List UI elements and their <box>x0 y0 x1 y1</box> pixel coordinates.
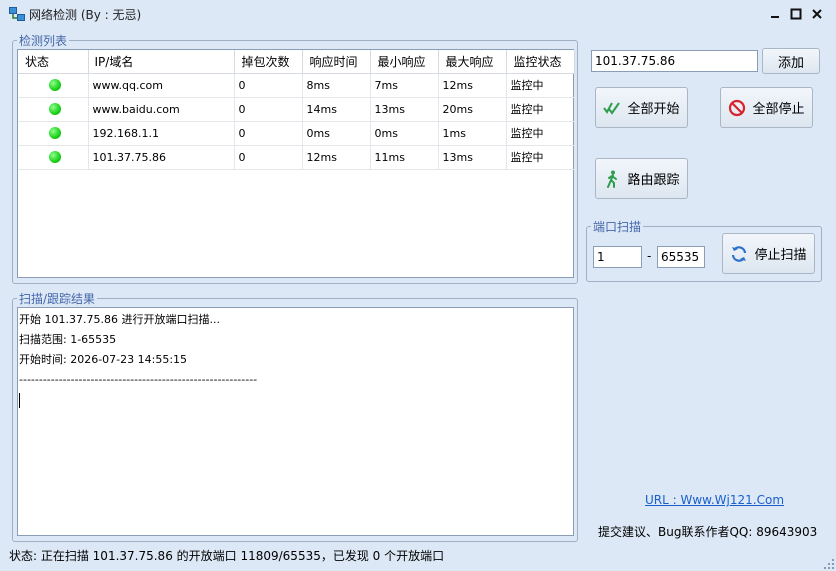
status-cell <box>18 145 89 170</box>
no-entry-icon <box>729 99 746 116</box>
lost-cell: 0 <box>234 145 303 170</box>
monitor-state-cell: 监控中 <box>506 145 575 170</box>
host-cell: www.baidu.com <box>88 97 235 122</box>
title-bar: 网络检测 (By : 无忌) <box>0 0 836 28</box>
result-line: 扫描范围: 1-65535 <box>19 333 117 346</box>
max-response-cell: 13ms <box>438 145 507 170</box>
status-ok-icon <box>48 151 61 163</box>
table-header-row: 状态 IP/域名 掉包次数 响应时间 最小响应 最大响应 监控状态 <box>18 50 575 74</box>
response-cell: 8ms <box>302 73 371 98</box>
max-response-cell: 12ms <box>438 73 507 98</box>
port-to-input[interactable] <box>657 246 705 268</box>
status-cell <box>18 73 89 98</box>
status-cell <box>18 121 89 146</box>
table-row[interactable]: 192.168.1.1 0 0ms 0ms 1ms 监控中 <box>18 121 575 146</box>
route-trace-label: 路由跟踪 <box>627 173 680 188</box>
host-cell: 101.37.75.86 <box>88 145 235 170</box>
column-header[interactable]: 最小响应 <box>370 50 439 74</box>
stop-all-label: 全部停止 <box>752 102 805 117</box>
walking-person-icon <box>607 170 618 188</box>
stop-scan-button[interactable]: 停止扫描 <box>722 233 815 274</box>
max-response-cell: 1ms <box>438 121 507 146</box>
network-app-icon <box>9 7 25 21</box>
monitor-state-cell: 监控中 <box>506 73 575 98</box>
status-ok-icon <box>48 127 61 139</box>
close-icon <box>812 9 822 19</box>
column-header[interactable]: 状态 <box>18 50 89 74</box>
resize-grip-icon[interactable] <box>824 559 834 569</box>
monitor-state-cell: 监控中 <box>506 97 575 122</box>
contact-info: 提交建议、Bug联系作者QQ: 89643903 <box>598 525 818 539</box>
lost-cell: 0 <box>234 97 303 122</box>
status-bar: 状态: 正在扫描 101.37.75.86 的开放端口 11809/65535，… <box>0 545 836 571</box>
host-input[interactable] <box>591 50 758 72</box>
table-row[interactable]: www.baidu.com 0 14ms 13ms 20ms 监控中 <box>18 97 575 122</box>
route-trace-button[interactable]: 路由跟踪 <box>595 158 688 199</box>
min-response-cell: 11ms <box>370 145 439 170</box>
column-header[interactable]: 响应时间 <box>302 50 371 74</box>
min-response-cell: 13ms <box>370 97 439 122</box>
host-cell: 192.168.1.1 <box>88 121 235 146</box>
lost-cell: 0 <box>234 73 303 98</box>
scan-result-legend: 扫描/跟踪结果 <box>19 292 96 306</box>
start-all-button[interactable]: 全部开始 <box>595 87 688 128</box>
close-button[interactable] <box>806 4 828 24</box>
column-header[interactable]: 最大响应 <box>438 50 507 74</box>
result-line: 开始 101.37.75.86 进行开放端口扫描... <box>19 313 220 326</box>
port-scan-legend: 端口扫描 <box>593 220 642 234</box>
min-response-cell: 7ms <box>370 73 439 98</box>
max-response-cell: 20ms <box>438 97 507 122</box>
min-response-cell: 0ms <box>370 121 439 146</box>
column-header[interactable]: IP/域名 <box>88 50 235 74</box>
text-caret <box>19 393 20 408</box>
status-text: 状态: 正在扫描 101.37.75.86 的开放端口 11809/65535，… <box>9 549 445 563</box>
status-ok-icon <box>48 79 61 91</box>
port-range-dash: - <box>647 249 652 263</box>
table-row[interactable]: www.qq.com 0 8ms 7ms 12ms 监控中 <box>18 73 575 98</box>
status-ok-icon <box>48 103 61 115</box>
lost-cell: 0 <box>234 121 303 146</box>
monitor-state-cell: 监控中 <box>506 121 575 146</box>
table-row[interactable]: 101.37.75.86 0 12ms 11ms 13ms 监控中 <box>18 145 575 170</box>
minimize-icon <box>771 16 779 18</box>
website-link[interactable]: URL : Www.Wj121.Com <box>645 493 784 507</box>
column-header[interactable]: 监控状态 <box>506 50 575 74</box>
response-cell: 14ms <box>302 97 371 122</box>
host-cell: www.qq.com <box>88 73 235 98</box>
status-cell <box>18 97 89 122</box>
detection-table: 状态 IP/域名 掉包次数 响应时间 最小响应 最大响应 监控状态 www.qq… <box>18 50 575 170</box>
detection-list-legend: 检测列表 <box>19 34 68 48</box>
response-cell: 0ms <box>302 121 371 146</box>
column-header[interactable]: 掉包次数 <box>234 50 303 74</box>
response-cell: 12ms <box>302 145 371 170</box>
add-button-label: 添加 <box>777 55 804 71</box>
maximize-button[interactable] <box>785 4 807 24</box>
detection-list[interactable]: 状态 IP/域名 掉包次数 响应时间 最小响应 最大响应 监控状态 www.qq… <box>17 49 575 278</box>
result-line: 开始时间: 2026-07-23 14:55:15 <box>19 353 188 366</box>
refresh-icon <box>732 245 747 262</box>
start-all-label: 全部开始 <box>627 102 680 117</box>
result-line: ----------------------------------------… <box>19 373 258 386</box>
scan-result-textarea[interactable]: 开始 101.37.75.86 进行开放端口扫描... 扫描范围: 1-6553… <box>17 307 574 536</box>
window-title: 网络检测 (By : 无忌) <box>29 8 142 22</box>
add-button[interactable]: 添加 <box>762 48 820 74</box>
maximize-icon <box>790 8 802 20</box>
port-from-input[interactable] <box>593 246 642 268</box>
stop-all-button[interactable]: 全部停止 <box>720 87 813 128</box>
minimize-button[interactable] <box>764 4 786 24</box>
stop-scan-label: 停止扫描 <box>754 248 807 263</box>
double-check-icon <box>603 101 621 115</box>
